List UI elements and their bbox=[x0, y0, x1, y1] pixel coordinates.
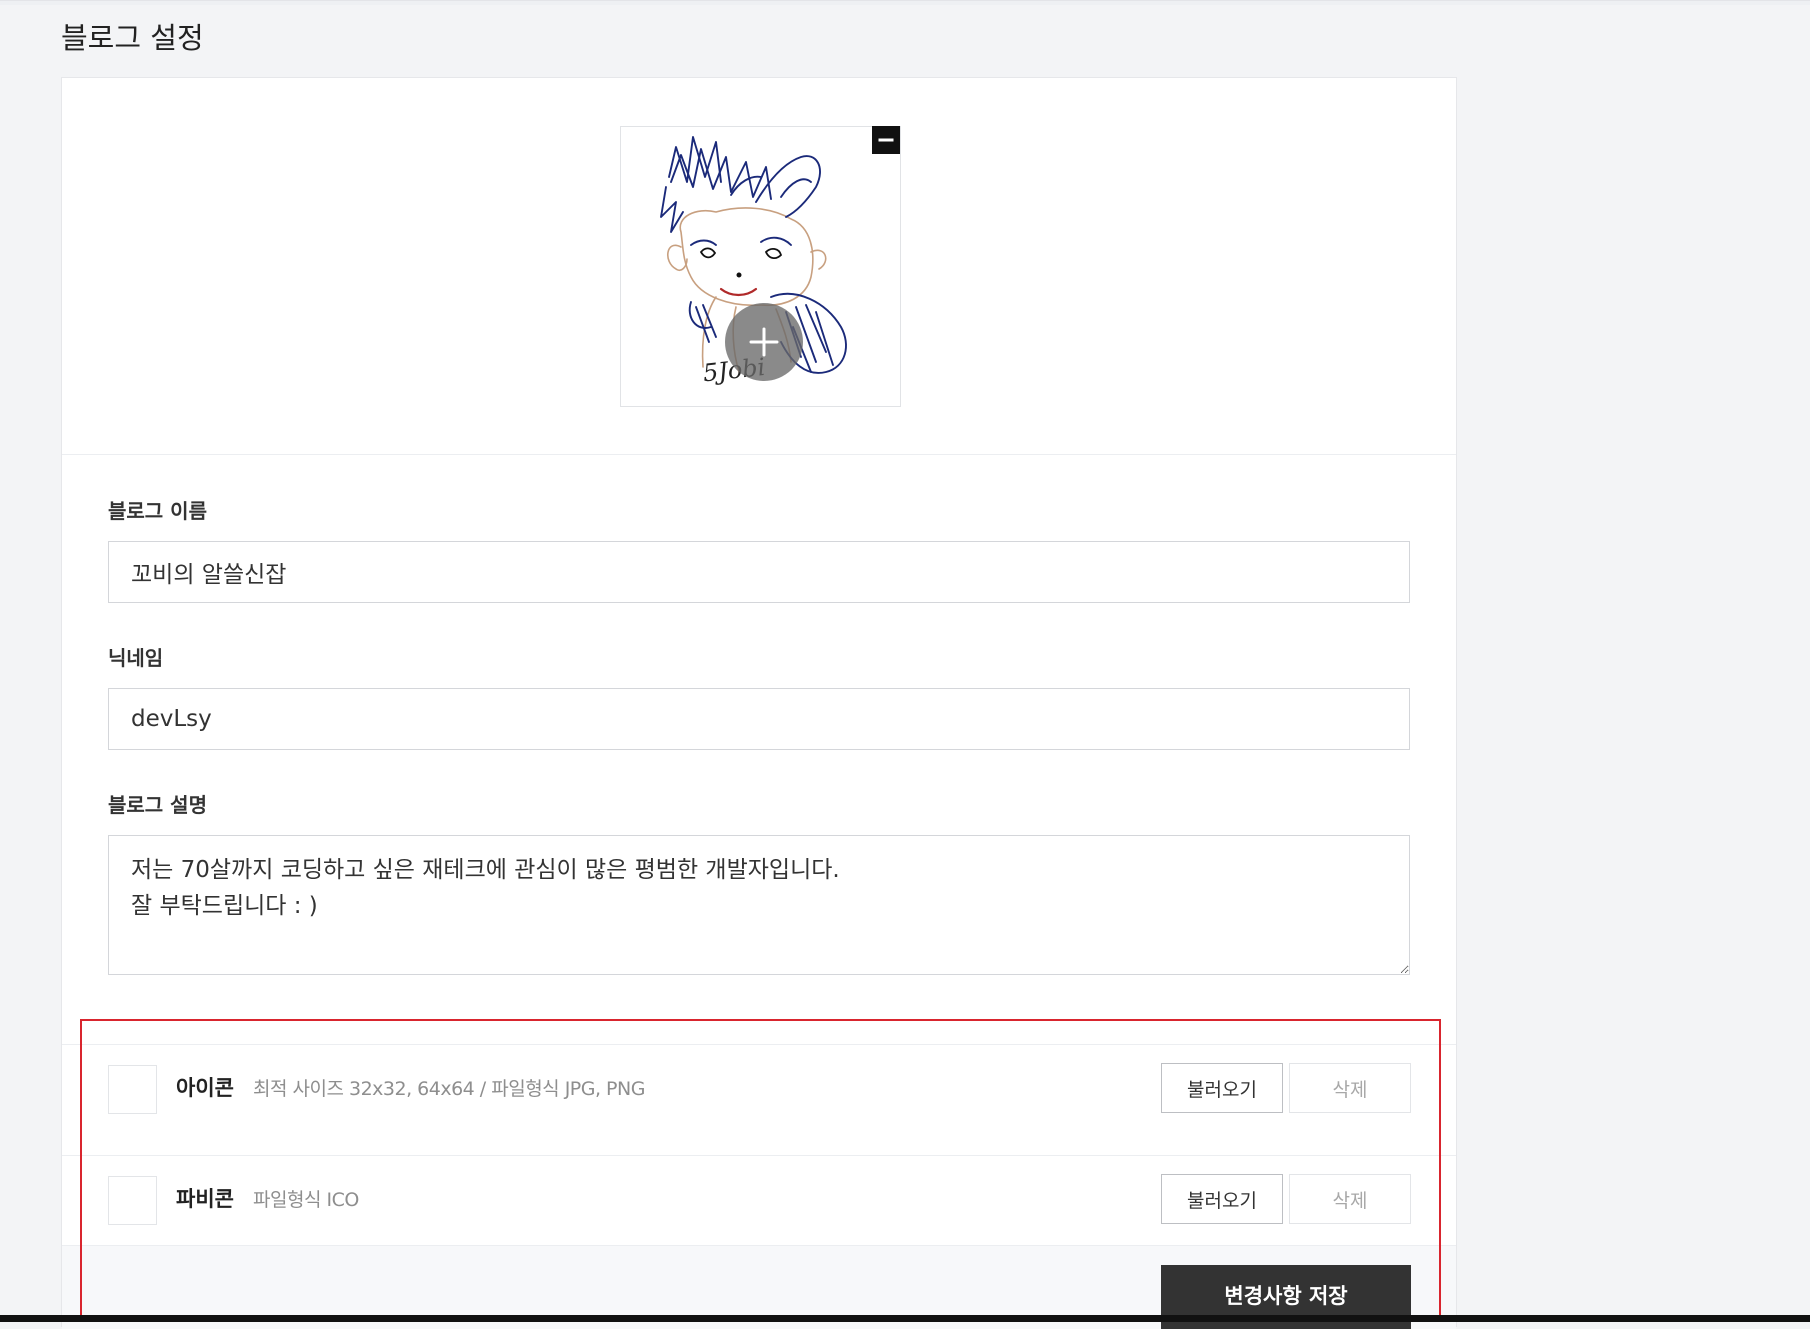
icon-description: 최적 사이즈 32x32, 64x64 / 파일형식 JPG, PNG bbox=[253, 1078, 645, 1100]
favicon-title: 파비콘 bbox=[176, 1187, 234, 1211]
favicon-description: 파일형식 ICO bbox=[253, 1189, 359, 1211]
favicon-setting-row: 파비콘 파일형식 ICO 불러오기 삭제 bbox=[62, 1155, 1456, 1246]
icon-thumbnail bbox=[108, 1065, 157, 1114]
top-divider bbox=[0, 0, 1810, 5]
remove-image-button[interactable] bbox=[872, 126, 900, 154]
nickname-label: 닉네임 bbox=[108, 646, 164, 670]
favicon-load-button[interactable]: 불러오기 bbox=[1161, 1174, 1283, 1224]
page-title: 블로그 설정 bbox=[61, 21, 204, 55]
add-image-button[interactable] bbox=[725, 303, 803, 381]
blog-name-input[interactable] bbox=[108, 541, 1410, 603]
blog-description-label: 블로그 설명 bbox=[108, 793, 207, 817]
icon-delete-button[interactable]: 삭제 bbox=[1289, 1063, 1411, 1113]
minus-icon bbox=[878, 138, 894, 142]
profile-image-section: 5Jobi bbox=[62, 78, 1456, 455]
favicon-delete-button[interactable]: 삭제 bbox=[1289, 1174, 1411, 1224]
settings-card: 5Jobi 블로그 이름 닉네임 블로그 설명 저는 70살까지 코딩하고 싶은… bbox=[61, 77, 1457, 1329]
blog-description-textarea[interactable]: 저는 70살까지 코딩하고 싶은 재테크에 관심이 많은 평범한 개발자입니다.… bbox=[108, 835, 1410, 975]
plus-icon bbox=[749, 327, 779, 357]
bottom-bar bbox=[0, 1315, 1810, 1322]
icon-setting-row: 아이콘 최적 사이즈 32x32, 64x64 / 파일형식 JPG, PNG … bbox=[62, 1044, 1456, 1155]
blog-name-label: 블로그 이름 bbox=[108, 499, 207, 523]
icon-title: 아이콘 bbox=[176, 1076, 234, 1100]
nickname-input[interactable] bbox=[108, 688, 1410, 750]
favicon-thumbnail bbox=[108, 1176, 157, 1225]
icon-load-button[interactable]: 불러오기 bbox=[1161, 1063, 1283, 1113]
